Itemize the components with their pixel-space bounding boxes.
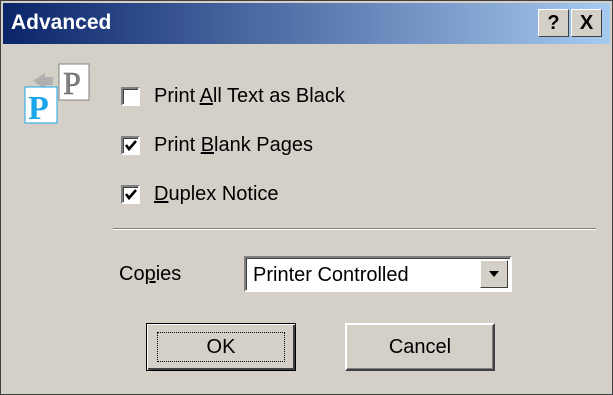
cancel-label: Cancel [388, 335, 452, 358]
close-button[interactable]: X [571, 9, 602, 37]
ok-label: OK [206, 335, 236, 358]
print-all-text-black-option[interactable]: Print All Text as Black [121, 81, 345, 111]
dropdown-arrow-icon [489, 271, 499, 277]
dropdown-arrow-button[interactable] [480, 260, 508, 288]
help-button[interactable]: ? [538, 9, 569, 37]
cancel-button[interactable]: Cancel [345, 323, 495, 371]
checkmark-icon [124, 139, 137, 151]
advanced-dialog: Advanced ? X P P Print All Text as Black… [0, 0, 613, 395]
print-all-text-black-checkbox[interactable] [121, 86, 140, 106]
svg-text:P: P [28, 90, 49, 125]
duplex-notice-option[interactable]: Duplex Notice [121, 179, 279, 209]
window-title: Advanced [11, 11, 112, 34]
ok-button[interactable]: OK [146, 323, 296, 371]
title-bar[interactable]: Advanced ? X [3, 3, 610, 44]
separator [113, 228, 596, 230]
help-icon: ? [547, 11, 560, 34]
copies-dropdown[interactable]: Printer Controlled [244, 256, 512, 292]
print-blank-pages-checkbox[interactable] [121, 135, 140, 155]
duplex-notice-checkbox[interactable] [121, 184, 140, 204]
copies-label: Copies [119, 263, 182, 285]
printer-pages-icon: P P [23, 63, 93, 127]
svg-text:P: P [63, 65, 81, 101]
close-icon: X [579, 11, 594, 34]
print-blank-pages-option[interactable]: Print Blank Pages [121, 130, 313, 160]
checkmark-icon [124, 188, 137, 200]
copies-value: Printer Controlled [253, 264, 409, 286]
